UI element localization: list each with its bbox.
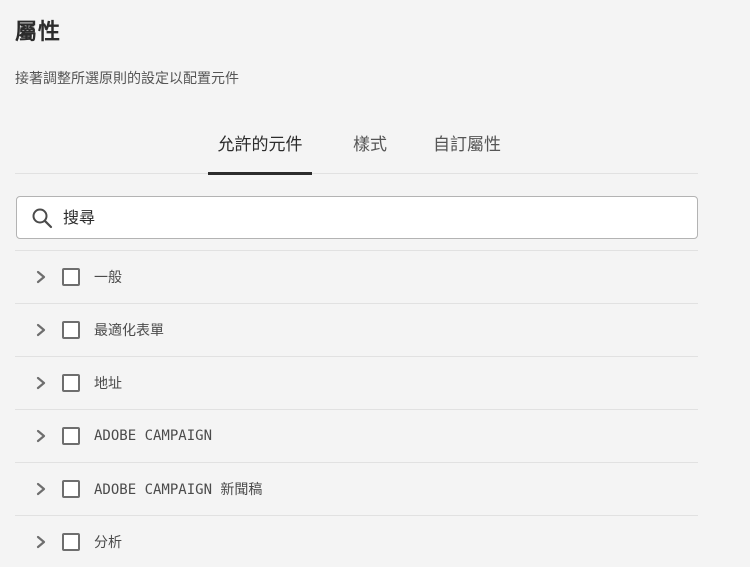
chevron-right-icon[interactable] xyxy=(35,535,47,549)
list-item-label: 分析 xyxy=(94,535,122,551)
list-item-adaptive-form: 最適化表單 xyxy=(15,303,698,356)
tab-bar: 允許的元件 樣式 自訂屬性 xyxy=(15,128,698,175)
tab-custom-properties[interactable]: 自訂屬性 xyxy=(425,128,509,174)
checkbox[interactable] xyxy=(62,268,80,286)
checkbox[interactable] xyxy=(62,321,80,339)
search-input[interactable] xyxy=(63,208,663,227)
checkbox[interactable] xyxy=(62,374,80,392)
page-title: 屬性 xyxy=(15,20,62,45)
checkbox[interactable] xyxy=(62,480,80,498)
tab-styles[interactable]: 樣式 xyxy=(346,128,394,174)
checkbox[interactable] xyxy=(62,533,80,551)
component-group-list: 一般 最適化表單 地址 ADOBE CAMPAIGN ADOBE CAMPAIG… xyxy=(15,250,698,567)
list-item-label: 最適化表單 xyxy=(94,323,164,339)
list-item-label: 地址 xyxy=(94,376,122,392)
list-item-label: 一般 xyxy=(94,270,122,286)
chevron-right-icon[interactable] xyxy=(35,429,47,443)
list-item-general: 一般 xyxy=(15,250,698,303)
page-subtitle: 接著調整所選原則的設定以配置元件 xyxy=(15,71,239,87)
search-icon xyxy=(32,208,53,228)
chevron-right-icon[interactable] xyxy=(35,323,47,337)
chevron-right-icon[interactable] xyxy=(35,270,47,284)
chevron-right-icon[interactable] xyxy=(35,482,47,496)
list-item-analytics: 分析 xyxy=(15,515,698,567)
list-item-label: ADOBE CAMPAIGN xyxy=(94,428,213,444)
properties-panel: 屬性 接著調整所選原則的設定以配置元件 允許的元件 樣式 自訂屬性 一般 最適化… xyxy=(0,0,750,567)
list-item-label: ADOBE CAMPAIGN 新聞稿 xyxy=(94,482,263,498)
list-item-adobe-campaign: ADOBE CAMPAIGN xyxy=(15,409,698,462)
tab-allowed-components[interactable]: 允許的元件 xyxy=(208,128,312,175)
list-item-address: 地址 xyxy=(15,356,698,409)
chevron-right-icon[interactable] xyxy=(35,376,47,390)
checkbox[interactable] xyxy=(62,427,80,445)
search-field[interactable] xyxy=(16,196,698,239)
list-item-adobe-campaign-newsletter: ADOBE CAMPAIGN 新聞稿 xyxy=(15,462,698,515)
